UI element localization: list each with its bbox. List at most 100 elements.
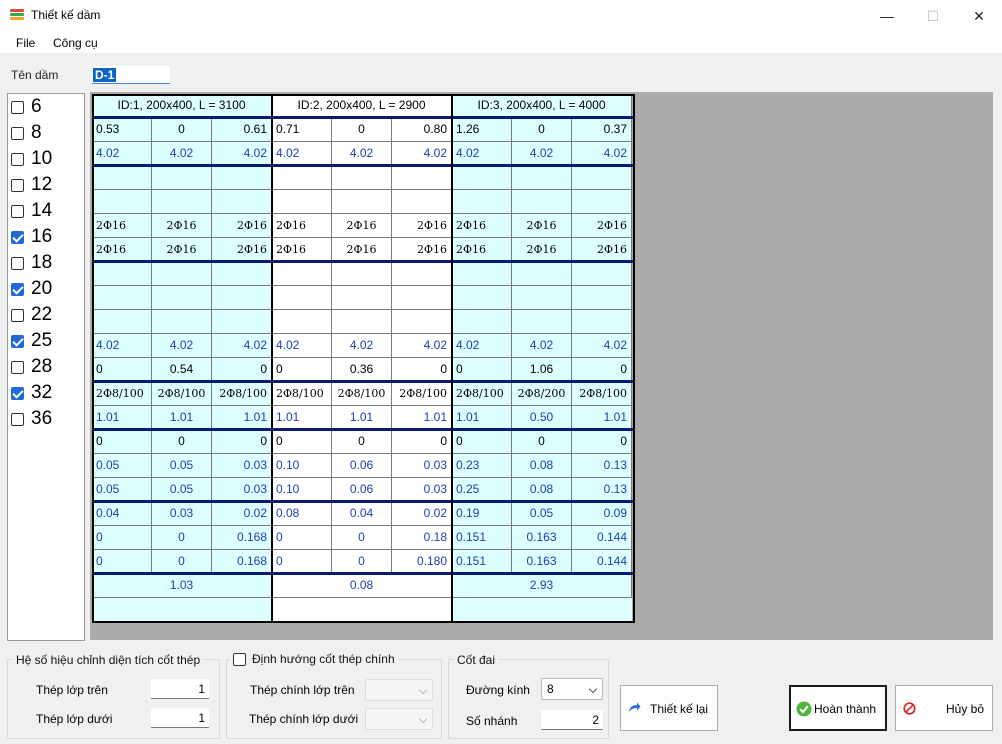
grid-cell[interactable]: 4.02 [152,142,212,166]
grid-cell[interactable]: 0 [152,430,212,454]
diameter-item-28[interactable]: 28 [11,354,52,380]
stirrup-diameter-select[interactable]: 8 [541,678,603,700]
grid-cell[interactable]: 0.09 [572,502,632,526]
grid-cell[interactable]: 2Φ16 [92,238,152,262]
diameter-checkbox[interactable] [11,126,24,140]
grid-cell[interactable]: 2Φ16 [272,214,332,238]
grid-cell[interactable]: 2Φ16 [212,214,272,238]
diameter-checkbox[interactable] [11,152,24,166]
grid-cell[interactable]: 0.163 [512,550,572,574]
stirrup-legs-input[interactable]: 2 [541,710,603,730]
grid-cell[interactable]: 4.02 [392,142,452,166]
grid-cell[interactable]: 2Φ16 [332,214,392,238]
grid-cell[interactable] [452,166,512,190]
diameter-checkbox[interactable] [11,204,24,218]
grid-cell[interactable]: 0 [92,526,152,550]
grid-cell[interactable]: 0.163 [512,526,572,550]
grid-cell[interactable]: 2Φ8/200 [512,382,572,406]
grid-cell[interactable] [152,310,212,334]
main-bottom-steel-select[interactable] [365,708,433,730]
grid-cell[interactable]: 2Φ16 [212,238,272,262]
grid-cell[interactable] [332,286,392,310]
diameter-checkbox[interactable] [11,308,24,322]
grid-cell[interactable]: 0.05 [152,454,212,478]
grid-cell[interactable] [272,190,332,214]
grid-cell[interactable]: 0.54 [152,358,212,382]
grid-cell[interactable]: 0.06 [332,454,392,478]
grid-cell[interactable] [212,262,272,286]
grid-cell[interactable] [152,190,212,214]
grid-cell[interactable]: 1.01 [452,406,512,430]
grid-cell[interactable] [212,310,272,334]
diameter-item-18[interactable]: 18 [11,250,52,276]
grid-cell[interactable]: 2Φ16 [92,214,152,238]
grid-cell[interactable]: 0 [272,526,332,550]
grid-cell[interactable]: 4.02 [572,142,632,166]
grid-cell[interactable]: 2Φ16 [332,238,392,262]
grid-cell[interactable]: 2Φ8/100 [152,382,212,406]
grid-cell[interactable]: 2Φ16 [512,214,572,238]
grid-cell[interactable]: 2Φ16 [572,214,632,238]
diameter-checkbox[interactable] [11,386,24,400]
grid-cell[interactable]: 0.05 [152,478,212,502]
grid-cell[interactable]: 0.10 [272,478,332,502]
grid-cell[interactable] [452,262,512,286]
grid-cell[interactable]: 4.02 [152,334,212,358]
grid-cell[interactable] [572,286,632,310]
grid-cell[interactable]: 0 [152,526,212,550]
grid-cell[interactable]: 0 [572,358,632,382]
grid-cell[interactable]: 0.05 [92,454,152,478]
grid-cell[interactable]: 0 [392,358,452,382]
grid-cell[interactable]: 0.50 [512,406,572,430]
grid-cell[interactable] [392,286,452,310]
grid-cell[interactable]: 0 [332,550,392,574]
grid-cell[interactable]: 4.02 [92,142,152,166]
grid-cell[interactable]: 0.144 [572,550,632,574]
grid-cell[interactable]: 2Φ8/100 [452,382,512,406]
grid-cell[interactable] [272,310,332,334]
grid-cell[interactable]: 0.04 [92,502,152,526]
grid-cell[interactable]: 2Φ16 [272,238,332,262]
diameter-checkbox[interactable] [11,100,24,114]
grid-cell[interactable]: 0.36 [332,358,392,382]
grid-cell[interactable] [152,166,212,190]
grid-cell[interactable]: 2Φ8/100 [392,382,452,406]
diameter-item-32[interactable]: 32 [11,380,52,406]
diameter-item-25[interactable]: 25 [11,328,52,354]
grid-cell[interactable]: 0 [272,550,332,574]
grid-cell[interactable] [512,166,572,190]
grid-cell[interactable]: 0.80 [392,118,452,142]
menu-tools[interactable]: Công cụ [53,36,98,50]
grid-cell[interactable]: 0 [152,118,212,142]
diameter-checkbox[interactable] [11,256,24,270]
orient-checkbox[interactable] [233,652,246,666]
minimize-button[interactable]: — [864,0,910,32]
grid-cell[interactable]: 2Φ16 [392,214,452,238]
grid-cell[interactable]: 2Φ8/100 [272,382,332,406]
grid-cell[interactable]: 0.13 [572,478,632,502]
grid-cell[interactable]: 0.05 [92,478,152,502]
grid-cell[interactable] [92,190,152,214]
grid-cell[interactable]: 0 [272,430,332,454]
grid-cell[interactable]: 0.03 [212,478,272,502]
grid-cell[interactable]: 0.08 [272,502,332,526]
grid-cell[interactable]: 4.02 [212,334,272,358]
beam-name-value[interactable]: D-1 [93,68,117,82]
grid-cell[interactable]: 0 [152,550,212,574]
grid-cell[interactable]: 1.01 [392,406,452,430]
grid-cell[interactable]: 4.02 [392,334,452,358]
grid-cell[interactable] [392,310,452,334]
grid-cell[interactable] [512,286,572,310]
grid-cell[interactable]: 0.02 [392,502,452,526]
diameter-checkbox[interactable] [11,360,24,374]
diameter-item-10[interactable]: 10 [11,146,52,172]
grid-cell[interactable] [152,262,212,286]
grid-cell[interactable]: 0 [92,430,152,454]
grid-cell[interactable] [92,166,152,190]
grid-cell[interactable]: 0.08 [512,454,572,478]
grid-cell[interactable]: 0 [392,430,452,454]
grid-cell[interactable] [572,262,632,286]
grid-cell[interactable] [332,310,392,334]
grid-cell[interactable]: 0 [212,358,272,382]
grid-cell[interactable]: 0 [272,358,332,382]
